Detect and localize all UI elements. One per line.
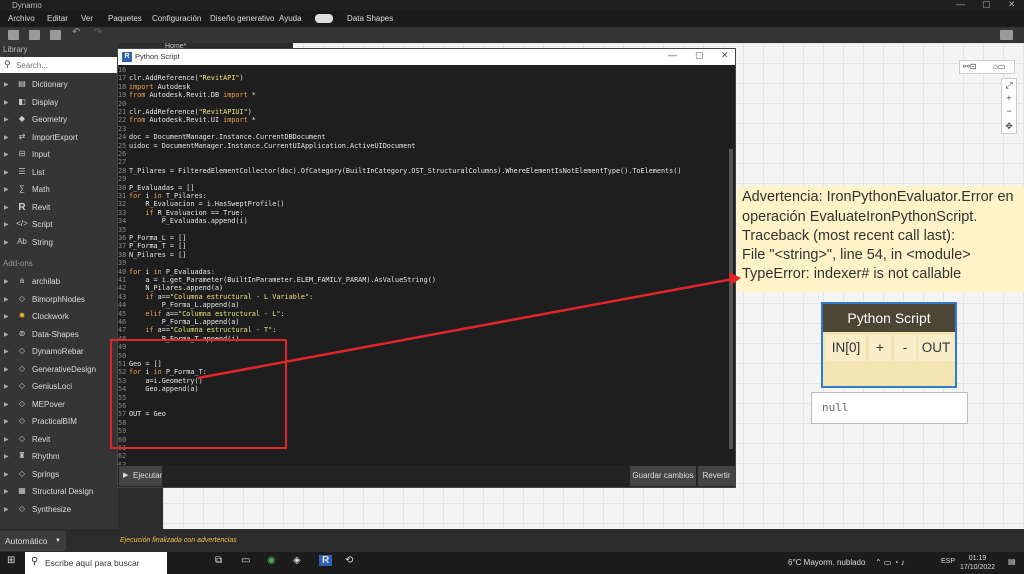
status-message: Ejecución finalizada con advertencias <box>120 537 237 544</box>
dynamo-taskbar-icon[interactable]: ⟲ <box>345 555 353 566</box>
notifications-icon[interactable]: ▤ <box>1008 557 1016 566</box>
weather-widget[interactable]: 6°C Mayorm. nublado <box>788 558 865 567</box>
arrow-head <box>729 272 741 285</box>
arrow-line <box>197 277 734 380</box>
annotation-arrow <box>197 272 741 380</box>
language-indicator[interactable]: ESP <box>941 558 955 565</box>
search-icon: ⚲ <box>31 556 39 567</box>
chrome-icon[interactable]: ◉ <box>267 555 276 566</box>
system-tray-icons[interactable]: ⌃ ▭ ◔ ♪ <box>875 558 905 567</box>
file-explorer-icon[interactable]: ▭ <box>241 555 250 566</box>
app-icon[interactable]: ◈ <box>293 555 301 566</box>
windows-taskbar: ⊞ ⚲ Escribe aquí para buscar ⧉ ▭ ◉ ◈ R ⟲… <box>0 552 1024 574</box>
revit-taskbar-icon[interactable]: R <box>319 555 333 566</box>
status-bar: Automático ▼ Ejecución finalizada con ad… <box>0 529 1024 552</box>
run-mode-dropdown[interactable]: Automático ▼ <box>0 531 66 551</box>
system-clock[interactable]: 01:19 17/10/2022 <box>960 554 995 572</box>
taskbar-search[interactable]: ⚲ Escribe aquí para buscar <box>25 552 167 574</box>
task-view-icon[interactable]: ⧉ <box>215 555 222 566</box>
windows-start-icon[interactable]: ⊞ <box>7 555 15 566</box>
chevron-down-icon: ▼ <box>55 538 61 544</box>
taskbar-search-placeholder: Escribe aquí para buscar <box>45 558 140 568</box>
